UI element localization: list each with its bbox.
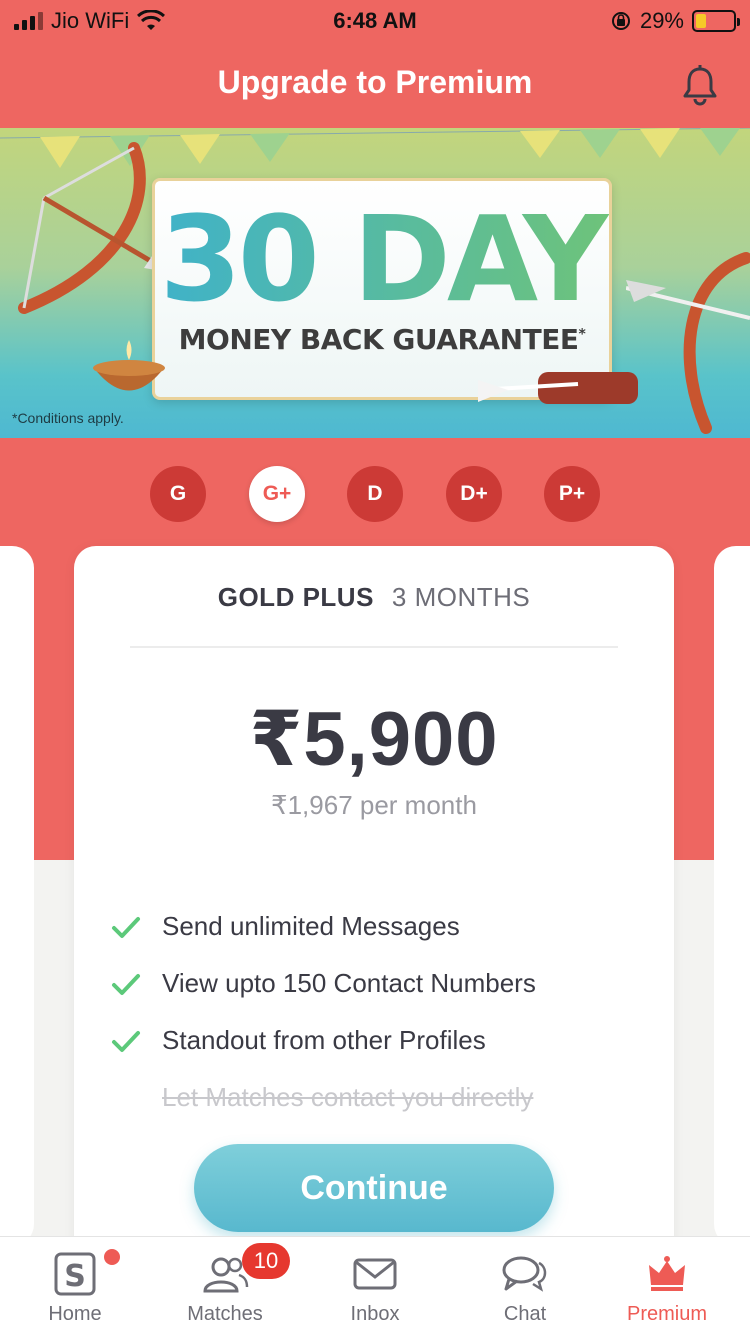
rotation-lock-icon	[611, 12, 630, 30]
header: Upgrade to Premium	[0, 40, 750, 128]
check-icon	[112, 973, 140, 995]
feature-list: Send unlimited Messages View upto 150 Co…	[110, 898, 650, 1126]
tab-inbox[interactable]: Inbox	[300, 1237, 450, 1334]
notification-dot	[104, 1249, 120, 1265]
promo-banner[interactable]: 30 DAY MONEY BACK GUARANTEE* *Conditions…	[0, 128, 750, 438]
plan-selector: G G+ D D+ P+	[0, 466, 750, 522]
tab-bar: S Home 10 Matches Inbox Chat Premium	[0, 1236, 750, 1334]
battery-fill	[696, 14, 707, 28]
status-bar: Jio WiFi 6:48 AM 29%	[0, 0, 750, 40]
tab-matches[interactable]: 10 Matches	[150, 1237, 300, 1334]
matches-count-badge: 10	[242, 1243, 290, 1279]
feature-text: Send unlimited Messages	[162, 911, 460, 941]
plan-tab-g-plus[interactable]: G+	[249, 466, 305, 522]
svg-text:S: S	[64, 1259, 86, 1294]
status-right: 29%	[610, 8, 740, 34]
plan-name: GOLD PLUS	[217, 582, 374, 612]
conditions-note: *Conditions apply.	[12, 410, 124, 426]
continue-button[interactable]: Continue	[194, 1144, 554, 1232]
plan-tab-d[interactable]: D	[347, 466, 403, 522]
check-icon	[112, 1030, 140, 1052]
tab-label: Home	[48, 1303, 102, 1325]
feature-item: View upto 150 Contact Numbers	[110, 955, 650, 1012]
feature-text: View upto 150 Contact Numbers	[162, 968, 536, 998]
banner-headline: 30 DAY	[155, 199, 609, 319]
tab-chat[interactable]: Chat	[450, 1237, 600, 1334]
previous-plan-card[interactable]	[0, 546, 34, 1246]
tab-home[interactable]: S Home	[0, 1237, 150, 1334]
banner-subline: MONEY BACK GUARANTEE*	[155, 323, 609, 356]
plan-card-title: GOLD PLUS 3 MONTHS	[74, 582, 674, 613]
banner-subline-text: MONEY BACK GUARANTEE	[178, 323, 579, 356]
feature-item: Standout from other Profiles	[110, 1012, 650, 1069]
next-plan-card[interactable]	[714, 546, 750, 1246]
tab-premium[interactable]: Premium	[592, 1237, 742, 1334]
divider	[130, 646, 618, 648]
plan-tab-d-plus[interactable]: D+	[446, 466, 502, 522]
feature-item: Send unlimited Messages	[110, 898, 650, 955]
plan-tab-p-plus[interactable]: P+	[544, 466, 600, 522]
plan-card: GOLD PLUS 3 MONTHS ₹5,900 ₹1,967 per mont…	[74, 546, 674, 1266]
inbox-icon	[353, 1258, 397, 1290]
per-month-price: ₹1,967 per month	[271, 790, 477, 820]
feature-item-excluded: Let Matches contact you directly	[110, 1069, 650, 1126]
feature-text: Let Matches contact you directly	[162, 1082, 534, 1112]
check-icon	[112, 916, 140, 938]
battery-icon	[692, 10, 740, 32]
tab-label: Chat	[503, 1303, 547, 1325]
plan-duration: 3 MONTHS	[391, 582, 531, 612]
lamp-decoration	[93, 340, 165, 391]
banner-asterisk: *	[578, 326, 586, 343]
tab-label: Inbox	[350, 1303, 400, 1325]
bell-icon[interactable]	[680, 64, 720, 106]
tab-label: Premium	[626, 1303, 707, 1325]
arrows-decoration	[478, 372, 638, 404]
tab-label: Matches	[187, 1303, 263, 1325]
bow-arrow-right-decoration	[626, 252, 750, 434]
plan-tab-g[interactable]: G	[150, 466, 206, 522]
battery-percent: 29%	[639, 8, 684, 33]
feature-text: Standout from other Profiles	[162, 1025, 486, 1055]
crown-icon	[649, 1256, 685, 1291]
page-title: Upgrade to Premium	[217, 64, 533, 100]
plan-price: ₹5,900	[249, 697, 499, 782]
chat-icon	[502, 1256, 547, 1292]
home-icon: S	[54, 1252, 96, 1296]
